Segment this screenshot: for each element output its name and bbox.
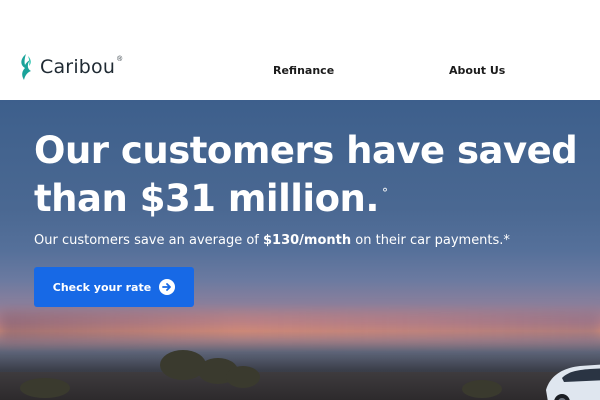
tree-silhouette — [20, 378, 70, 398]
headline-line-2: than $31 million. ° — [34, 175, 600, 223]
cta-label: Check your rate — [52, 280, 152, 294]
subhead-text-pre: Our customers save an average of — [34, 233, 263, 248]
caribou-logo-icon — [21, 54, 31, 80]
footnote-mark: ° — [381, 186, 388, 200]
registered-mark: ® — [117, 55, 123, 63]
car-image — [546, 364, 600, 400]
check-your-rate-button[interactable]: Check your rate — [34, 267, 194, 307]
brand-name: Caribou — [40, 56, 116, 78]
subhead-savings-amount: $130/month — [263, 233, 352, 248]
tree-silhouette — [226, 366, 260, 388]
hero-section: Our customers have saved than $31 millio… — [0, 100, 600, 400]
arrow-right-circle-icon — [159, 279, 176, 295]
sunset-clouds — [0, 312, 600, 342]
headline-line-1: Our customers have saved — [34, 129, 578, 172]
nav-about-us-link[interactable]: About Us — [449, 64, 505, 77]
tree-silhouette — [462, 380, 502, 398]
subhead-text-post: on their car payments.* — [351, 233, 510, 248]
headline-line-2-text: than $31 million. — [34, 177, 379, 220]
brand-logo[interactable]: Caribou ® — [16, 52, 124, 82]
nav-refinance-link[interactable]: Refinance — [273, 64, 334, 77]
hero-headline: Our customers have saved than $31 millio… — [34, 127, 600, 223]
hero-subheadline: Our customers save an average of $130/mo… — [34, 233, 510, 248]
site-header: Caribou ® Refinance About Us — [0, 0, 600, 100]
horizon-ground — [0, 372, 600, 400]
